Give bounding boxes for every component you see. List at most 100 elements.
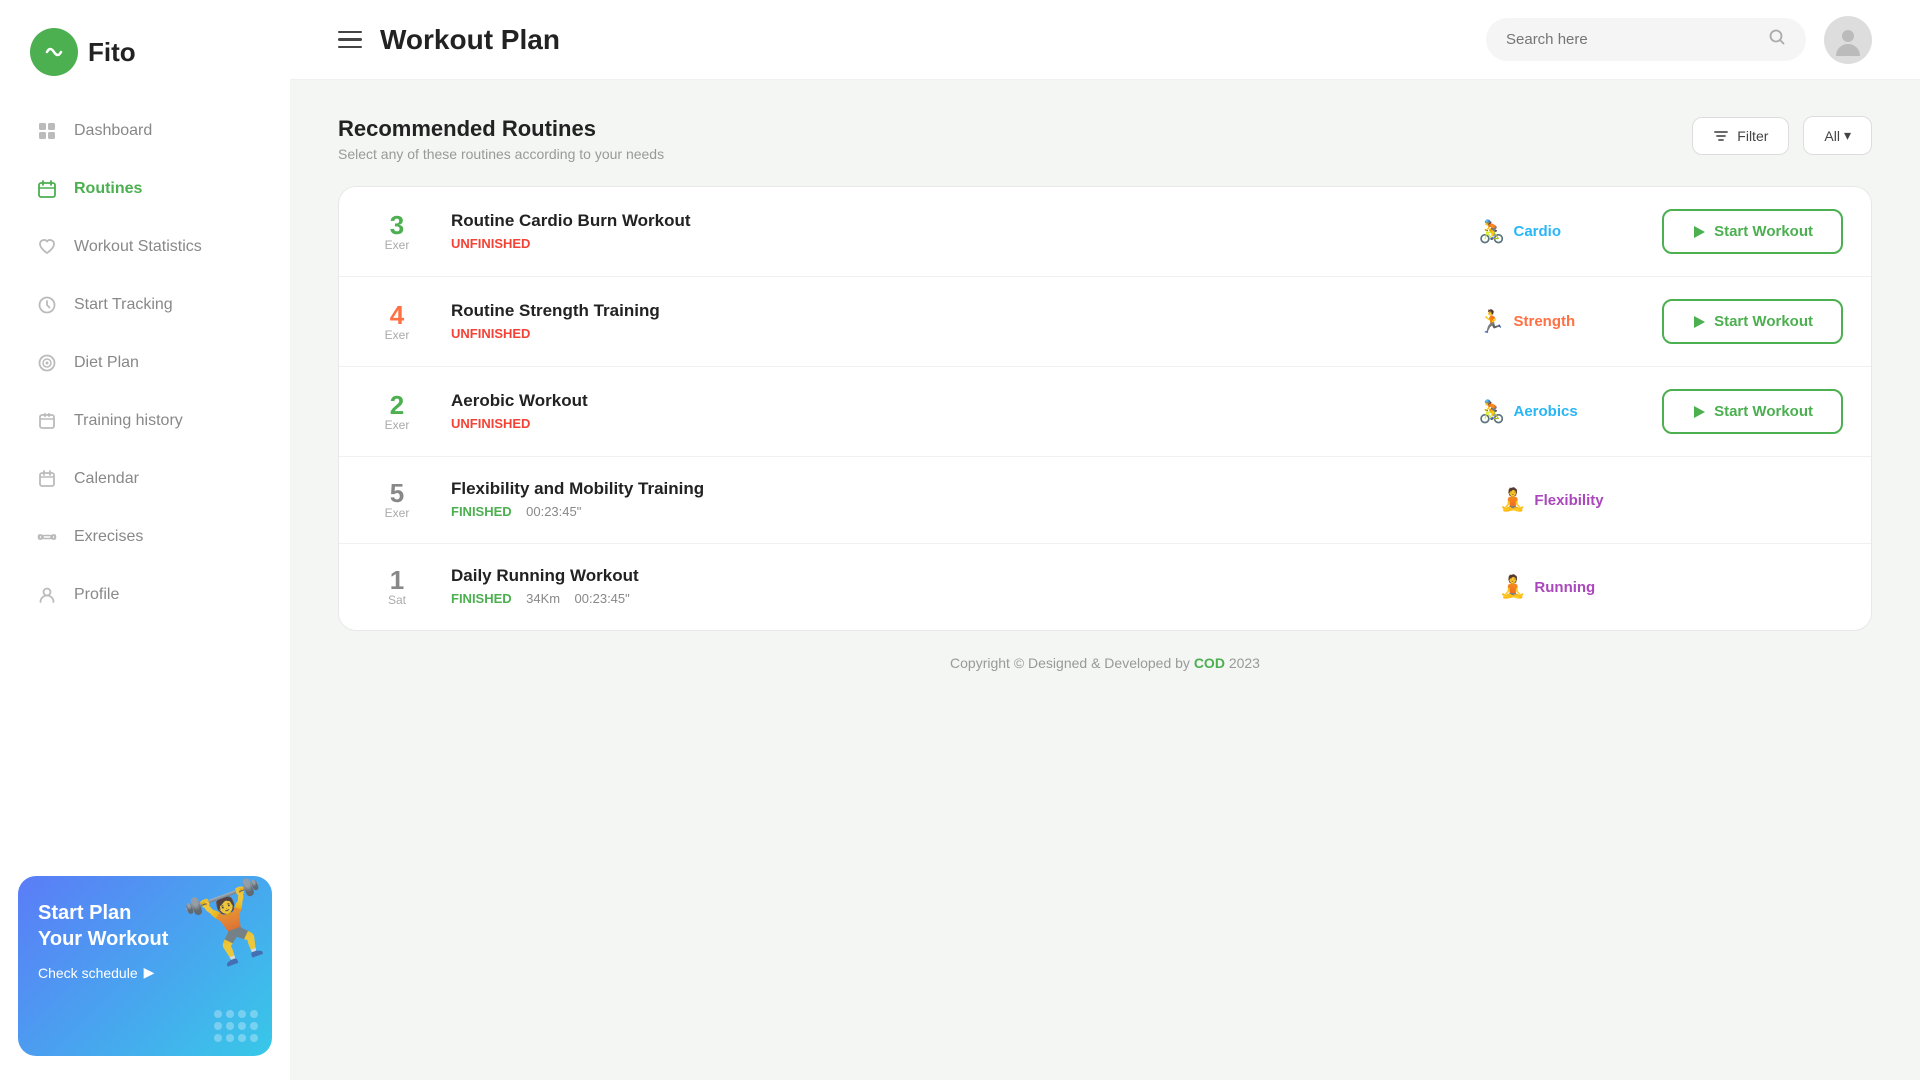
running-icon: 🧘 <box>1499 574 1526 600</box>
section-title: Recommended Routines <box>338 116 664 142</box>
routine-info: Routine Strength Training UNFINISHED <box>451 301 1454 343</box>
routine-list: 3 Exer Routine Cardio Burn Workout UNFIN… <box>338 186 1872 631</box>
table-row: 2 Exer Aerobic Workout UNFINISHED 🚴 Aero… <box>339 367 1871 457</box>
sidebar-item-training-history[interactable]: Training history <box>18 394 272 448</box>
status-badge: UNFINISHED <box>451 326 530 341</box>
exer-num: 5 <box>367 480 427 506</box>
filter-row: Filter All ▾ <box>1692 116 1872 155</box>
section-header: Recommended Routines Select any of these… <box>338 116 1872 162</box>
search-input[interactable] <box>1506 31 1758 48</box>
grid-icon <box>36 120 58 142</box>
sidebar-item-label: Dashboard <box>74 122 152 140</box>
promo-title: Start Plan Your Workout <box>38 900 178 952</box>
exer-num: 1 <box>367 567 427 593</box>
sidebar-item-routines[interactable]: Routines <box>18 162 272 216</box>
logo-text: Fito <box>88 37 136 68</box>
aerobics-icon: 🚴 <box>1478 399 1505 425</box>
routine-type: 🧘 Flexibility <box>1499 487 1659 513</box>
profile-icon <box>36 584 58 606</box>
sidebar-item-start-tracking[interactable]: Start Tracking <box>18 278 272 332</box>
flexibility-icon: 🧘 <box>1499 487 1526 513</box>
header: Workout Plan <box>290 0 1920 80</box>
sidebar-item-label: Calendar <box>74 470 139 488</box>
exer-count: 5 Exer <box>367 480 427 520</box>
status-badge: FINISHED <box>451 504 512 519</box>
page-title: Workout Plan <box>380 24 1468 56</box>
exer-count: 2 Exer <box>367 392 427 432</box>
status-badge: UNFINISHED <box>451 236 530 251</box>
routine-meta: 00:23:45" <box>526 504 581 519</box>
routine-meta: 34Km 00:23:45" <box>526 591 630 606</box>
all-filter-button[interactable]: All ▾ <box>1803 116 1872 155</box>
clock-icon <box>36 294 58 316</box>
routine-type: 🧘 Running <box>1499 574 1659 600</box>
exer-num: 3 <box>367 212 427 238</box>
routine-name: Flexibility and Mobility Training <box>451 479 1475 499</box>
type-label: Flexibility <box>1534 492 1603 509</box>
exer-count: 4 Exer <box>367 302 427 342</box>
hamburger-button[interactable] <box>338 31 362 49</box>
sidebar-item-dashboard[interactable]: Dashboard <box>18 104 272 158</box>
sidebar-item-profile[interactable]: Profile <box>18 568 272 622</box>
strength-icon: 🏃 <box>1478 309 1505 335</box>
filter-button[interactable]: Filter <box>1692 117 1789 155</box>
footer: Copyright © Designed & Developed by COD … <box>338 631 1872 695</box>
start-workout-button[interactable]: Start Workout <box>1662 299 1843 344</box>
status-badge: FINISHED <box>451 591 512 606</box>
table-row: 3 Exer Routine Cardio Burn Workout UNFIN… <box>339 187 1871 277</box>
logo-area: Fito <box>0 0 290 104</box>
exer-num: 2 <box>367 392 427 418</box>
routine-type: 🚴 Aerobics <box>1478 399 1638 425</box>
exer-label: Exer <box>367 328 427 342</box>
cardio-icon: 🚴 <box>1478 219 1505 245</box>
sidebar-item-label: Start Tracking <box>74 296 173 314</box>
routine-name: Daily Running Workout <box>451 566 1475 586</box>
routine-info: Daily Running Workout FINISHED 34Km 00:2… <box>451 566 1475 608</box>
sidebar-item-calendar[interactable]: Calendar <box>18 452 272 506</box>
heart-icon <box>36 236 58 258</box>
exer-count: 1 Sat <box>367 567 427 607</box>
footer-brand: COD <box>1194 655 1225 671</box>
sidebar-item-label: Routines <box>74 180 142 198</box>
table-row: 1 Sat Daily Running Workout FINISHED 34K… <box>339 544 1871 630</box>
sidebar-item-workout-statistics[interactable]: Workout Statistics <box>18 220 272 274</box>
content-area: Recommended Routines Select any of these… <box>290 80 1920 1080</box>
routine-info: Aerobic Workout UNFINISHED <box>451 391 1454 433</box>
sidebar: Fito Dashboard Routines Workout Statisti… <box>0 0 290 1080</box>
calendar-icon <box>36 178 58 200</box>
exer-num: 4 <box>367 302 427 328</box>
logo-icon <box>30 28 78 76</box>
routine-name: Routine Cardio Burn Workout <box>451 211 1454 231</box>
type-label: Strength <box>1514 313 1576 330</box>
sidebar-item-label: Diet Plan <box>74 354 139 372</box>
start-workout-button[interactable]: Start Workout <box>1662 389 1843 434</box>
sidebar-item-label: Profile <box>74 586 119 604</box>
sidebar-item-diet-plan[interactable]: Diet Plan <box>18 336 272 390</box>
routine-info: Flexibility and Mobility Training FINISH… <box>451 479 1475 521</box>
type-label: Aerobics <box>1514 403 1578 420</box>
exer-label: Exer <box>367 418 427 432</box>
type-label: Running <box>1534 579 1595 596</box>
exercise-icon <box>36 526 58 548</box>
table-row: 4 Exer Routine Strength Training UNFINIS… <box>339 277 1871 367</box>
exer-label: Exer <box>367 506 427 520</box>
search-bar <box>1486 18 1806 61</box>
avatar[interactable] <box>1824 16 1872 64</box>
routine-name: Routine Strength Training <box>451 301 1454 321</box>
arrow-right-icon: ▶ <box>144 964 155 981</box>
sidebar-item-exercises[interactable]: Exrecises <box>18 510 272 564</box>
sidebar-item-label: Exrecises <box>74 528 143 546</box>
section-subtitle: Select any of these routines according t… <box>338 146 664 162</box>
exer-count: 3 Exer <box>367 212 427 252</box>
calendar2-icon <box>36 468 58 490</box>
promo-card: 🏋️ Start Plan Your Workout Check schedul… <box>18 876 272 1056</box>
start-workout-button[interactable]: Start Workout <box>1662 209 1843 254</box>
exer-label: Exer <box>367 238 427 252</box>
sidebar-item-label: Training history <box>74 412 183 430</box>
table-row: 5 Exer Flexibility and Mobility Training… <box>339 457 1871 544</box>
history-icon <box>36 410 58 432</box>
routine-info: Routine Cardio Burn Workout UNFINISHED <box>451 211 1454 253</box>
sidebar-item-label: Workout Statistics <box>74 238 202 256</box>
routine-name: Aerobic Workout <box>451 391 1454 411</box>
search-icon <box>1768 28 1786 51</box>
